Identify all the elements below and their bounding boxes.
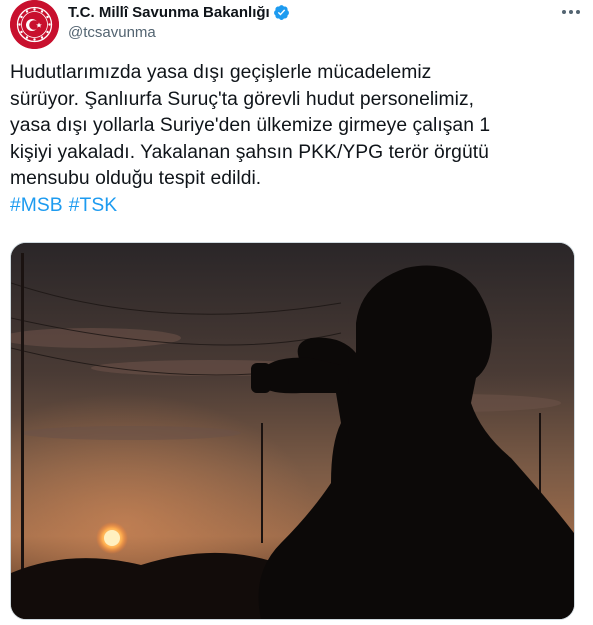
tweet-text: Hudutlarımızda yasa dışı geçişlerle müca…: [10, 60, 585, 219]
account-handle[interactable]: @tcsavunma: [68, 24, 290, 41]
more-options-icon[interactable]: [559, 4, 583, 20]
tweet-text-line: mensubu olduğu tespit edildi.: [10, 168, 262, 189]
more-dot: [576, 10, 580, 14]
tweet-text-line: yasa dışı yollarla Suriye'den ülkemize g…: [10, 115, 491, 136]
tweet-text-line: kişiyi yakaladı. Yakalanan şahsın PKK/YP…: [10, 141, 489, 163]
hashtag-link[interactable]: #TSK: [69, 195, 117, 216]
account-names: T.C. Millî Savunma Bakanlığı @tcsavunma: [68, 2, 290, 41]
display-name[interactable]: T.C. Millî Savunma Bakanlığı: [68, 4, 270, 21]
tweet-text-line: Hudutlarımızda yasa dışı geçişlerle müca…: [10, 62, 432, 83]
more-dot: [562, 10, 566, 14]
tweet-header: T.C. Millî Savunma Bakanlığı @tcsavunma: [10, 0, 585, 50]
hashtag-link[interactable]: #MSB: [10, 195, 63, 216]
hashtags: #MSB #TSK: [10, 193, 585, 220]
soldier-silhouette-photo: [11, 243, 574, 619]
tweet-text-line: sürüyor. Şanlıurfa Suruç'ta görevli hudu…: [10, 88, 475, 110]
msb-emblem-icon: [10, 0, 59, 49]
avatar[interactable]: [10, 0, 59, 49]
verified-badge-icon: [273, 4, 289, 20]
tweet[interactable]: T.C. Millî Savunma Bakanlığı @tcsavunma …: [0, 0, 593, 625]
display-name-row: T.C. Millî Savunma Bakanlığı: [68, 2, 290, 22]
tweet-photo[interactable]: [10, 242, 575, 620]
more-dot: [569, 10, 573, 14]
